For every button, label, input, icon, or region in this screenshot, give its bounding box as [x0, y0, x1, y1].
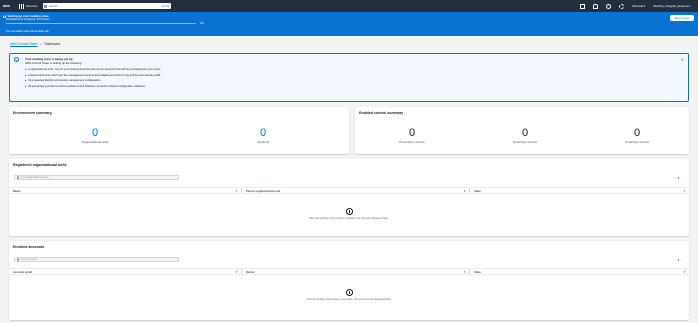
info-alert-list: 2 organizational units, one for your sha… — [25, 67, 161, 89]
column-header-state[interactable]: State ▼ — [469, 269, 689, 274]
stat-value[interactable]: 0 — [59, 127, 131, 139]
registered-ous-title: Registered organizational units — [13, 163, 67, 167]
stat-value[interactable]: 0 — [227, 127, 299, 139]
breadcrumb: AWS Control Tower > Dashboard — [10, 42, 60, 46]
column-header-name[interactable]: Name ▼ — [9, 188, 241, 193]
find-accounts-placeholder: Find accounts — [20, 258, 37, 261]
environment-summary-title: Environment summary — [13, 111, 52, 115]
notifications-icon[interactable] — [593, 3, 599, 9]
enabled-control-summary-title: Enabled control summary — [359, 111, 404, 115]
page-number[interactable]: 1 — [677, 176, 679, 180]
breadcrumb-separator: > — [40, 42, 43, 46]
search-input[interactable]: Search [Alt+S] — [42, 3, 171, 9]
cloudshell-icon[interactable] — [580, 3, 586, 9]
ous-pagination: ‹ 1 › — [673, 176, 683, 180]
flash-note: You can safely close this browser tab. — [6, 30, 50, 33]
sort-down-icon: ▼ — [683, 188, 686, 193]
sort-down-icon: ▼ — [235, 269, 238, 274]
flash-subtitle: Estimated time remaining: 60 minutes — [6, 18, 50, 21]
stat-label: Preventive controls — [399, 140, 425, 144]
breadcrumb-current: Dashboard — [44, 42, 61, 46]
services-menu-button[interactable]: Services — [19, 3, 38, 9]
accounts-table-header: Account email ▼ Owner ▼ State ▼ — [9, 268, 689, 275]
progress-percentage: 0% — [200, 21, 204, 25]
stat-value: 0 — [521, 127, 529, 139]
info-alert-subtitle: AWS Control Tower is setting up the foll… — [25, 61, 83, 65]
stat-organizational-units: 0 Organizational units — [59, 127, 131, 144]
chevron-left-icon[interactable]: ‹ — [673, 176, 674, 180]
sort-down-icon: ▼ — [683, 269, 686, 274]
stat-detective-controls: 0 Detective controls — [490, 127, 560, 144]
chevron-right-icon[interactable]: › — [682, 176, 683, 180]
stat-proactive-controls: 0 Proactive controls — [602, 127, 672, 144]
clock-icon — [345, 208, 353, 215]
setup-flashbar: Setting up your landing zone Estimated t… — [0, 12, 698, 36]
settings-icon[interactable] — [619, 3, 625, 9]
ous-table-header: Name ▼ Parent organizational unit ▼ State ▼ — [9, 187, 689, 194]
column-header-owner[interactable]: Owner ▼ — [241, 269, 469, 274]
aws-logo[interactable]: aws — [3, 4, 15, 8]
show-steps-button[interactable]: Show steps — [669, 15, 694, 21]
column-label: Account email — [13, 269, 33, 274]
enrolled-accounts-card: Enrolled accounts Find accounts ‹ 1 › Ac… — [9, 241, 689, 320]
column-header-parent-ou[interactable]: Parent organizational unit ▼ — [241, 188, 469, 193]
enrolled-accounts-title: Enrolled accounts — [13, 245, 45, 249]
chevron-left-icon[interactable]: ‹ — [673, 258, 674, 262]
account-menu[interactable]: StartUp_Integrati_Engineer... — [653, 4, 692, 8]
column-label: State — [474, 188, 481, 193]
stat-label: Detective controls — [513, 140, 537, 144]
sort-down-icon: ▼ — [463, 188, 466, 193]
top-navigation: aws Services Search [Alt+S] Mumbai ▾ Sta… — [0, 0, 698, 12]
ous-empty-state: After the landing zone setup is complete… — [9, 208, 689, 220]
find-ous-input[interactable]: Find organizational units — [14, 175, 179, 180]
stat-accounts: 0 Accounts — [227, 127, 299, 144]
search-icon — [16, 176, 20, 179]
search-icon — [44, 4, 48, 8]
accounts-empty-state: After the landing zone setup is complete… — [9, 289, 689, 301]
stat-preventive-controls: 0 Preventive controls — [377, 127, 447, 144]
stat-label: Accounts — [256, 140, 270, 144]
column-header-state[interactable]: State ▼ — [469, 188, 689, 193]
accounts-pagination: ‹ 1 › — [673, 258, 683, 262]
sort-down-icon: ▼ — [463, 269, 466, 274]
column-label: Name — [13, 188, 21, 193]
enabled-control-summary-card: Enabled control summary 0 Preventive con… — [355, 107, 689, 154]
info-icon: i — [14, 57, 19, 62]
registered-ous-card: Registered organizational units Find org… — [9, 159, 689, 236]
help-icon[interactable] — [606, 3, 612, 9]
environment-summary-card: Environment summary 0 Organizational uni… — [9, 107, 349, 154]
setup-progress-bar — [6, 22, 196, 24]
info-alert: i Your landing zone is being set up AWS … — [9, 53, 689, 102]
grid-icon — [19, 3, 24, 9]
region-selector[interactable]: Mumbai ▾ — [632, 4, 645, 8]
search-icon — [16, 258, 20, 261]
clock-icon — [345, 289, 353, 296]
sort-down-icon: ▼ — [235, 188, 238, 193]
stat-value: 0 — [408, 127, 416, 139]
search-shortcut: [Alt+S] — [161, 4, 170, 8]
search-placeholder: Search — [49, 4, 58, 8]
nav-right-group: Mumbai ▾ StartUp_Integrati_Engineer... — [580, 3, 692, 9]
page-number[interactable]: 1 — [677, 258, 679, 262]
stat-label: Organizational units — [81, 140, 109, 144]
column-header-account-email[interactable]: Account email ▼ — [9, 269, 241, 274]
find-accounts-input[interactable]: Find accounts — [14, 257, 179, 262]
list-item: 20 preventive controls to enforce polici… — [25, 84, 161, 90]
services-label: Services — [26, 4, 38, 8]
column-label: Owner — [246, 269, 255, 274]
close-icon[interactable]: ✕ — [681, 57, 684, 62]
stat-label: Proactive controls — [625, 140, 649, 144]
stat-value: 0 — [633, 127, 641, 139]
empty-state-text: After the landing zone setup is complete… — [309, 217, 389, 220]
column-label: Parent organizational unit — [246, 188, 281, 193]
find-ous-placeholder: Find organizational units — [20, 176, 49, 179]
chevron-right-icon[interactable]: › — [682, 258, 683, 262]
empty-state-text: After the landing zone setup is complete… — [306, 298, 392, 301]
column-label: State — [474, 269, 481, 274]
breadcrumb-control-tower[interactable]: AWS Control Tower — [10, 42, 38, 46]
